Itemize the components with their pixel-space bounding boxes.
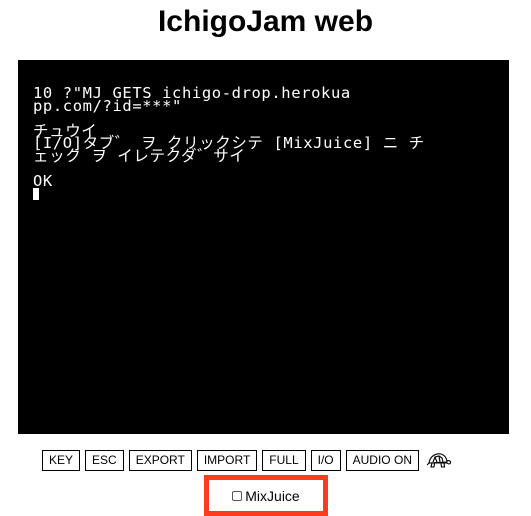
mixjuice-highlight: MixJuice xyxy=(204,475,328,516)
export-button[interactable]: EXPORT xyxy=(128,449,192,471)
page-title: IchigoJam web xyxy=(157,5,374,38)
io-button[interactable]: I/O xyxy=(310,449,341,471)
screen-cursor-line xyxy=(33,187,509,200)
key-button[interactable]: KEY xyxy=(42,449,81,471)
text-cursor xyxy=(33,188,39,200)
turtle-icon[interactable] xyxy=(426,449,452,471)
full-button[interactable]: FULL xyxy=(262,449,306,471)
mixjuice-label-text: MixJuice xyxy=(245,487,300,504)
import-button[interactable]: IMPORT xyxy=(196,449,258,471)
esc-button[interactable]: ESC xyxy=(85,449,124,471)
mixjuice-checkbox[interactable] xyxy=(232,490,243,501)
ichigojam-screen[interactable]: 10 ?"MJ GETS ichigo-drop.herokua pp.com/… xyxy=(18,60,509,434)
audio-on-button[interactable]: AUDIO ON xyxy=(345,449,419,471)
screen-line: OK xyxy=(33,171,53,190)
mixjuice-checkbox-label[interactable]: MixJuice xyxy=(232,487,300,504)
toolbar: KEY ESC EXPORT IMPORT FULL I/O AUDIO ON xyxy=(42,449,452,471)
